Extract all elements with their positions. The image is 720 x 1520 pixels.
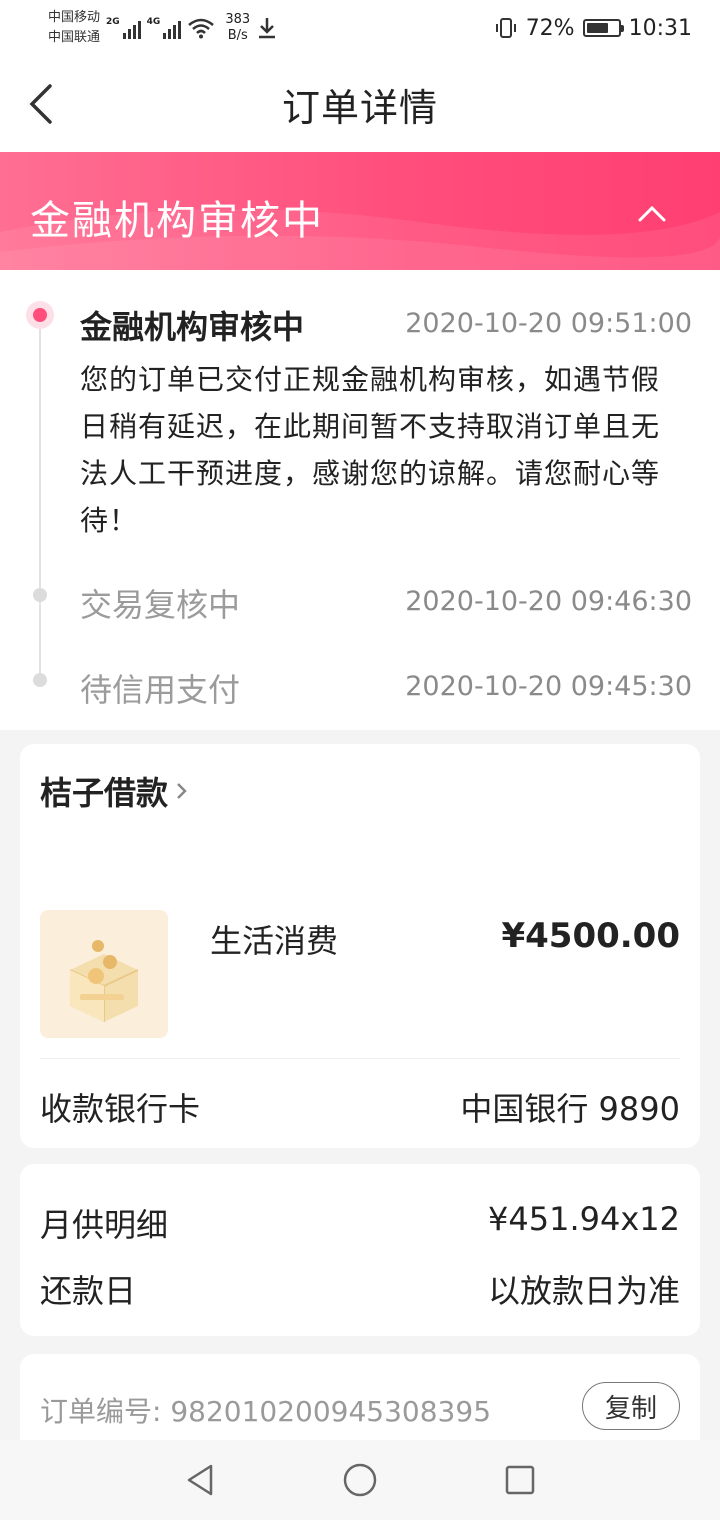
bank-card-label: 收款银行卡 [40, 1090, 201, 1128]
battery-icon [582, 19, 624, 37]
speed-value: 383 [225, 12, 251, 27]
carrier-names: 中国移动 中国联通 [48, 8, 100, 48]
order-status-banner: 金融机构审核中 [0, 152, 720, 270]
order-timeline: 金融机构审核中 2020-10-20 09:51:00 您的订单已交付正规金融机… [0, 270, 720, 730]
monthly-payment-label: 月供明细 [40, 1206, 169, 1244]
nav-back-button[interactable] [170, 1450, 230, 1510]
timeline-time: 2020-10-20 09:51:00 [405, 308, 692, 339]
signal-2g-icon: 2G [106, 17, 141, 39]
lender-link[interactable]: 桔子借款 [40, 768, 190, 814]
status-left: 中国移动 中国联通 2G 4G 383 B/s [48, 8, 278, 48]
timeline-title: 待信用支付 [80, 671, 241, 709]
timeline-line [39, 314, 41, 679]
lender-name: 桔子借款 [40, 774, 169, 812]
app-header: 订单详情 [0, 56, 720, 152]
loan-amount: ¥4500.00 [501, 916, 680, 956]
timeline-dot [33, 588, 47, 602]
repayment-day-label: 还款日 [40, 1272, 137, 1310]
battery-percent: 72% [525, 15, 575, 41]
copy-button[interactable]: 复制 [582, 1382, 680, 1430]
banner-status-text: 金融机构审核中 [30, 198, 324, 244]
circle-home-icon [343, 1463, 377, 1497]
chevron-right-icon [177, 783, 187, 799]
order-number-text: 订单编号: 982010200945308395 [40, 1390, 491, 1430]
clock: 10:31 [628, 15, 692, 41]
repayment-card: 月供明细 ¥451.94x12 还款日 以放款日为准 [20, 1164, 700, 1336]
order-number-card: 订单编号: 982010200945308395 复制 [20, 1354, 700, 1454]
signal-4g-icon: 4G [147, 17, 182, 39]
timeline-dot [33, 673, 47, 687]
carrier-2: 中国联通 [48, 30, 101, 45]
carrier-1: 中国移动 [48, 10, 101, 25]
battery-fill [586, 23, 609, 33]
product-name: 生活消费 [210, 922, 339, 960]
timeline-description: 您的订单已交付正规金融机构审核，如遇节假日稍有延迟，在此期间暂不支持取消订单且无… [80, 363, 661, 537]
coin-box-icon [40, 910, 168, 1038]
vibrate-icon [495, 18, 516, 38]
system-nav-bar [0, 1440, 720, 1520]
bank-card-value: 中国银行 9890 [460, 1090, 680, 1128]
page-title: 订单详情 [281, 85, 438, 130]
timeline-time: 2020-10-20 09:46:30 [405, 586, 692, 617]
order-number-value: 982010200945308395 [170, 1395, 492, 1428]
divider [40, 1058, 680, 1059]
monthly-payment-value: ¥451.94x12 [488, 1200, 680, 1238]
timeline-title: 金融机构审核中 [80, 308, 305, 346]
order-number-label: 订单编号: [40, 1395, 162, 1428]
square-recents-icon [505, 1465, 535, 1495]
nav-home-button[interactable] [330, 1450, 390, 1510]
status-right: 72% 10:31 [494, 16, 692, 41]
timeline-title: 交易复核中 [80, 586, 241, 624]
signal-2g-tag: 2G [106, 17, 120, 27]
repayment-day-value: 以放款日为准 [487, 1272, 680, 1310]
timeline-dot-active [26, 301, 54, 329]
network-speed: 383 B/s [225, 12, 250, 44]
signal-4g-tag: 4G [146, 17, 161, 27]
triangle-back-icon [187, 1464, 213, 1496]
chevron-up-icon[interactable] [632, 194, 672, 230]
loan-card: 桔子借款 生活消费 ¥4500.00 收款银行卡 中国银行 9890 [20, 744, 700, 1148]
download-icon [259, 18, 276, 39]
speed-unit: B/s [227, 28, 248, 43]
status-bar: 中国移动 中国联通 2G 4G 383 B/s 72% 10:31 [0, 0, 720, 56]
chevron-left-icon[interactable] [22, 78, 62, 130]
timeline-time: 2020-10-20 09:45:30 [405, 671, 692, 702]
nav-recents-button[interactable] [490, 1450, 550, 1510]
wifi-icon [188, 18, 215, 39]
